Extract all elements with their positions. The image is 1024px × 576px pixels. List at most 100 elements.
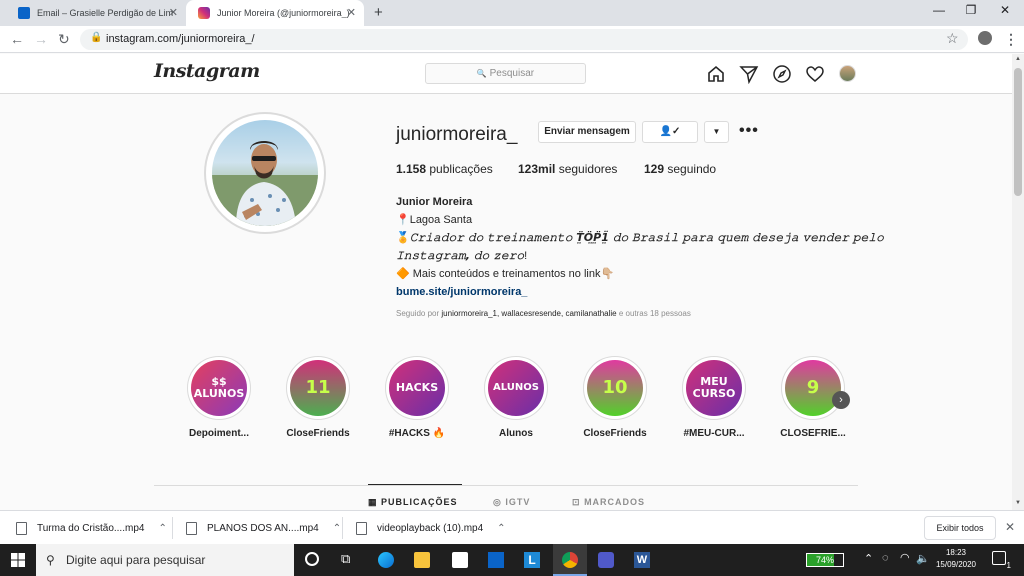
notification-center-icon[interactable]: 1	[992, 551, 1011, 570]
menu-icon[interactable]: ⋮	[1004, 31, 1018, 48]
scroll-down-icon[interactable]: ▼	[1015, 500, 1021, 506]
scrollbar-thumb[interactable]	[1014, 68, 1022, 196]
close-tab-icon[interactable]: ✕	[347, 6, 356, 19]
followers-stat[interactable]: 123mil seguidores	[518, 162, 617, 176]
more-options-icon[interactable]: •••	[739, 122, 759, 140]
tab-publicacoes[interactable]: ▦ PUBLICAÇÕES	[368, 497, 458, 508]
highlight-ring: $$ ALUNOS	[187, 356, 251, 420]
clock-date: 15/09/2020	[935, 560, 977, 569]
minimize-icon[interactable]: —	[924, 3, 954, 17]
close-downloads-icon[interactable]: ✕	[1005, 520, 1015, 534]
file-icon	[16, 521, 27, 535]
profile-avatar[interactable]	[204, 112, 326, 234]
send-message-button[interactable]: Enviar mensagem	[538, 121, 636, 143]
tab-email[interactable]: Email – Grasielle Perdigão de Lim ✕	[6, 0, 186, 26]
highlight-ring: MEU CURSO	[682, 356, 746, 420]
window-close-icon[interactable]: ✕	[990, 3, 1020, 17]
back-icon[interactable]: ←	[10, 31, 24, 47]
highlight-item[interactable]: MEU CURSO #MEU-CUR...	[674, 356, 754, 439]
highlight-item[interactable]: HACKS #HACKS 🔥	[377, 356, 457, 439]
bookmark-star-icon[interactable]: ☆	[946, 30, 959, 47]
divider	[172, 517, 173, 539]
download-item[interactable]: Turma do Cristão....mp4 ⌃	[16, 511, 167, 545]
restore-icon[interactable]: ❐	[956, 3, 986, 17]
highlight-item[interactable]: 10 CloseFriends	[575, 356, 655, 439]
notification-count: 1	[1006, 561, 1011, 570]
teams-icon[interactable]	[598, 552, 614, 568]
network-icon[interactable]: ◌	[882, 552, 889, 564]
address-bar[interactable]: 🔒 instagram.com/juniormoreira_/ ☆	[80, 29, 968, 50]
file-explorer-icon[interactable]	[414, 552, 430, 568]
task-view-icon[interactable]: ⧉	[341, 551, 350, 567]
chevron-up-icon[interactable]: ⌃	[864, 552, 873, 565]
highlight-item[interactable]: 11 CloseFriends	[278, 356, 358, 439]
store-icon[interactable]	[452, 552, 468, 568]
new-tab-icon[interactable]: +	[374, 4, 383, 21]
bio-tagline: 🏅𝙲𝚛𝚒𝚊𝚍𝚘𝚛 𝚍𝚘 𝚝𝚛𝚎𝚒𝚗𝚊𝚖𝚎𝚗𝚝𝚘 T̤̈Ö̤P̤̈1̤̈ 𝚍𝚘 𝙱…	[396, 229, 884, 247]
l-app-icon[interactable]: L	[524, 552, 540, 568]
mail-icon[interactable]	[488, 552, 504, 568]
home-icon[interactable]	[706, 64, 726, 84]
tab-marcados[interactable]: ⊡ MARCADOS	[572, 497, 645, 508]
edge-icon[interactable]	[378, 552, 394, 568]
direct-message-icon[interactable]	[739, 64, 759, 84]
chevron-up-icon[interactable]: ⌃	[158, 523, 166, 534]
chevron-right-icon[interactable]: ›	[832, 391, 850, 409]
volume-icon[interactable]: 🔈	[916, 552, 930, 565]
reload-icon[interactable]: ↻	[58, 31, 70, 48]
search-icon: ⚲	[46, 553, 55, 567]
download-item[interactable]: PLANOS DOS AN....mp4 ⌃	[186, 511, 341, 545]
highlight-cover: ALUNOS	[488, 360, 544, 416]
followed-by-suffix: e outras 18 pessoas	[618, 309, 691, 318]
file-icon	[186, 521, 197, 535]
chrome-icon[interactable]	[562, 552, 578, 568]
instagram-logo[interactable]: Instagram	[154, 60, 260, 82]
chevron-up-icon[interactable]: ⌃	[333, 523, 341, 534]
suggestions-dropdown-button[interactable]: ▼	[704, 121, 729, 143]
highlight-ring: 11	[286, 356, 350, 420]
profile-bio: Junior Moreira 📍Lagoa Santa 🏅𝙲𝚛𝚒𝚊𝚍𝚘𝚛 𝚍𝚘 …	[396, 193, 884, 301]
explore-icon[interactable]	[772, 64, 792, 84]
igtv-icon: ◎	[493, 497, 502, 507]
followed-by[interactable]: Seguido por juniormoreira_1, wallacesres…	[396, 309, 691, 318]
windows-start-icon[interactable]	[10, 552, 26, 568]
highlight-cover: HACKS	[389, 360, 445, 416]
person-check-icon: 👤✓	[659, 126, 681, 137]
show-all-downloads-button[interactable]: Exibir todos	[924, 516, 996, 540]
chevron-up-icon[interactable]: ⌃	[497, 523, 505, 534]
close-tab-icon[interactable]: ✕	[169, 6, 178, 19]
tag-icon: ⊡	[572, 497, 581, 507]
downloads-bar: Turma do Cristão....mp4 ⌃ PLANOS DOS AN.…	[0, 510, 1024, 544]
search-input[interactable]: 🔍 Pesquisar	[425, 63, 586, 84]
scroll-up-icon[interactable]: ▲	[1015, 56, 1021, 62]
own-avatar[interactable]	[839, 65, 856, 82]
bio-exclaim: !	[524, 250, 528, 262]
word-icon[interactable]: W	[634, 552, 650, 568]
posts-label: publicações	[429, 162, 493, 176]
download-item[interactable]: videoplayback (10).mp4 ⌃	[356, 511, 506, 545]
followed-by-names: juniormoreira_1, wallacesresende, camila…	[441, 309, 617, 318]
wifi-icon[interactable]: ◠	[900, 551, 910, 564]
taskbar-search-input[interactable]: ⚲ Digite aqui para pesquisar	[36, 544, 294, 576]
tab-instagram[interactable]: Junior Moreira (@juniormoreira_) ✕	[186, 0, 364, 26]
battery-indicator[interactable]: 74%	[806, 553, 844, 567]
following-stat[interactable]: 129 seguindo	[644, 162, 716, 176]
system-clock[interactable]: 18:23 15/09/2020	[930, 547, 982, 571]
active-tab-indicator	[368, 484, 462, 485]
file-icon	[356, 521, 367, 535]
search-placeholder: Pesquisar	[489, 68, 535, 79]
page-scrollbar[interactable]: ▲ ▼	[1012, 54, 1024, 510]
bio-tagline-text-2: 𝙸𝚗𝚜𝚝𝚊𝚐𝚛𝚊𝚖, 𝚍𝚘 𝚣𝚎𝚛𝚘	[396, 249, 525, 262]
highlight-item[interactable]: $$ ALUNOS Depoiment...	[179, 356, 259, 439]
followers-label: seguidores	[558, 162, 618, 176]
tab-igtv[interactable]: ◎ IGTV	[493, 497, 530, 508]
tab-igtv-label: IGTV	[505, 497, 531, 507]
profile-avatar-icon[interactable]	[978, 31, 992, 45]
cortana-icon[interactable]	[305, 552, 319, 566]
forward-icon[interactable]: →	[34, 31, 48, 47]
bio-link[interactable]: bume.site/juniormoreira_	[396, 283, 856, 301]
activity-heart-icon[interactable]	[805, 64, 825, 84]
following-button[interactable]: 👤✓	[642, 121, 698, 143]
highlight-item[interactable]: ALUNOS Alunos	[476, 356, 556, 439]
download-name: Turma do Cristão....mp4	[37, 522, 145, 534]
